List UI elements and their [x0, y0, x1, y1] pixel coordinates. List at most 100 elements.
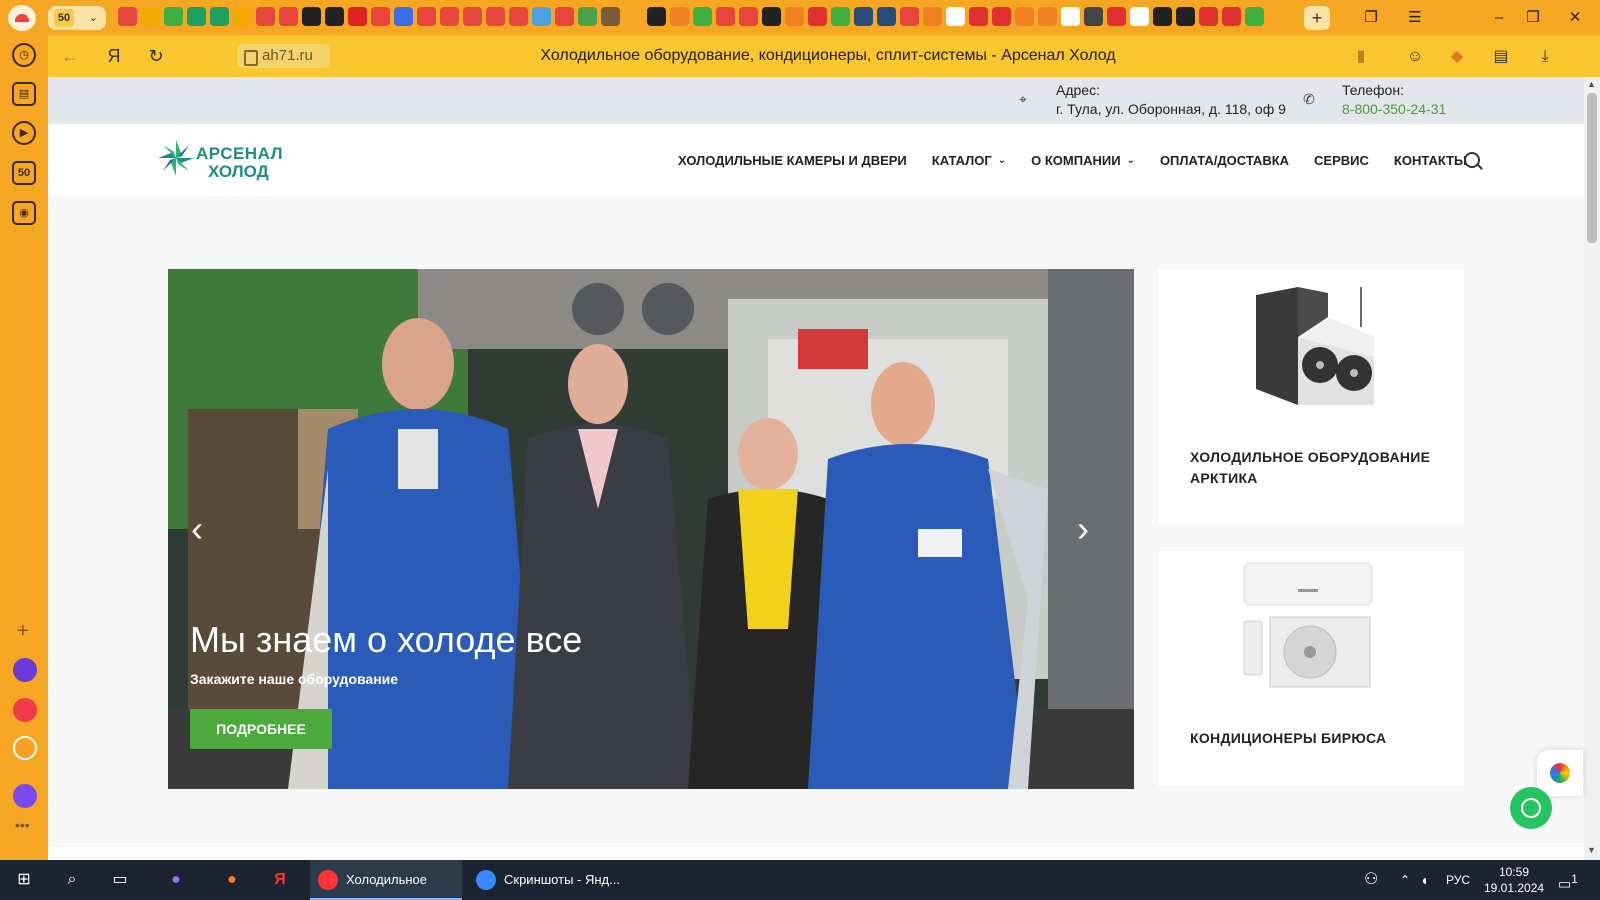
more-icon[interactable]: •••: [15, 817, 30, 833]
people-icon[interactable]: ⚇: [1364, 860, 1378, 900]
alice-icon[interactable]: ●: [164, 868, 188, 892]
menu-icon[interactable]: ☰: [1400, 4, 1430, 32]
category-card[interactable]: КОНДИЦИОНЕРЫ БИРЮСА: [1158, 551, 1464, 786]
music-icon[interactable]: [13, 698, 37, 722]
notifications-icon[interactable]: ▭1: [1558, 860, 1578, 900]
pinned-tab-favicon[interactable]: [532, 7, 551, 26]
scroll-up-icon[interactable]: ▲: [1587, 79, 1596, 89]
pinned-tab-favicon[interactable]: [739, 7, 758, 26]
pinned-tab-favicon[interactable]: [1038, 7, 1057, 26]
pinned-tab-favicon[interactable]: [1061, 7, 1080, 26]
pinned-tab-favicon[interactable]: [1199, 7, 1218, 26]
new-tab-button[interactable]: +: [1304, 6, 1330, 30]
volume-icon[interactable]: ◖: [1420, 860, 1428, 900]
menu-item-catalog[interactable]: КАТАЛОГ ⌄: [932, 153, 1006, 168]
collections-icon[interactable]: ▤: [12, 82, 36, 106]
pinned-tab-favicon[interactable]: [118, 7, 137, 26]
screenshot-icon[interactable]: ◉: [12, 201, 36, 225]
pinned-tab-favicon[interactable]: [463, 7, 482, 26]
pinned-tab-favicon[interactable]: [1130, 7, 1149, 26]
history-icon[interactable]: ◷: [12, 43, 36, 67]
pinned-tab-favicon[interactable]: [624, 7, 643, 26]
mail-icon[interactable]: [13, 736, 37, 760]
bookmarks-panel-icon[interactable]: ❐: [1356, 4, 1386, 32]
whatsapp-button[interactable]: [1510, 787, 1552, 829]
scroll-down-icon[interactable]: ▼: [1587, 845, 1596, 855]
pinned-tab-favicon[interactable]: [808, 7, 827, 26]
pinned-tab-favicon[interactable]: [164, 7, 183, 26]
back-button[interactable]: ←: [56, 43, 84, 69]
pinned-tab-favicon[interactable]: [233, 7, 252, 26]
chevron-down-icon[interactable]: ⌄: [89, 11, 98, 24]
pinned-tab-favicon[interactable]: [1245, 7, 1264, 26]
metamask-extension-icon[interactable]: ◆: [1444, 44, 1470, 70]
minimize-button[interactable]: –: [1484, 4, 1514, 32]
card-title[interactable]: КОНДИЦИОНЕРЫ БИРЮСА: [1190, 728, 1440, 749]
pinned-tab-favicon[interactable]: [348, 7, 367, 26]
pinned-tab-favicon[interactable]: [693, 7, 712, 26]
pinned-tab-favicon[interactable]: [647, 7, 666, 26]
site-logo[interactable]: АРСЕНАЛ ХОЛОД: [156, 136, 283, 186]
close-window-button[interactable]: ✕: [1560, 4, 1590, 32]
pinned-tab-favicon[interactable]: [762, 7, 781, 26]
page-title[interactable]: Холодильное оборудование, кондиционеры, …: [378, 35, 1278, 77]
collections-icon[interactable]: ▤: [1488, 44, 1514, 70]
pinned-tab-favicon[interactable]: [279, 7, 298, 26]
taskbar-app[interactable]: Холодильное обо...: [310, 860, 462, 900]
menu-item-about[interactable]: О КОМПАНИИ ⌄: [1031, 153, 1135, 168]
pinned-tab-favicon[interactable]: [417, 7, 436, 26]
clock[interactable]: 10:59 19.01.2024: [1484, 864, 1544, 896]
pinned-tab-favicon[interactable]: [210, 7, 229, 26]
card-title[interactable]: ХОЛОДИЛЬНОЕ ОБОРУДОВАНИЕ АРКТИКА: [1190, 447, 1440, 489]
pinned-tab-favicon[interactable]: [969, 7, 988, 26]
pinned-tab-favicon[interactable]: [1107, 7, 1126, 26]
pinned-tab-favicon[interactable]: [1015, 7, 1034, 26]
pinned-tab-favicon[interactable]: [946, 7, 965, 26]
add-panel-icon[interactable]: +: [17, 620, 29, 643]
url-field[interactable]: ah71.ru: [237, 44, 330, 68]
restore-button[interactable]: ❐: [1518, 4, 1548, 32]
pinned-tab-favicon[interactable]: [325, 7, 344, 26]
pinned-tab-favicon[interactable]: [486, 7, 505, 26]
pinned-tab-favicon[interactable]: [578, 7, 597, 26]
category-card[interactable]: ХОЛОДИЛЬНОЕ ОБОРУДОВАНИЕ АРКТИКА: [1158, 269, 1464, 524]
pinned-tab-favicon[interactable]: [716, 7, 735, 26]
menu-item-service[interactable]: СЕРВИС: [1314, 153, 1369, 168]
pinned-tab-favicon[interactable]: [394, 7, 413, 26]
scrollbar-thumb[interactable]: [1587, 93, 1597, 243]
pinned-tab-favicon[interactable]: [900, 7, 919, 26]
menu-item-payment[interactable]: ОПЛАТА/ДОСТАВКА: [1160, 153, 1289, 168]
pinned-tab-favicon[interactable]: [187, 7, 206, 26]
pinned-tab-favicon[interactable]: [371, 7, 390, 26]
profile-icon[interactable]: ☺: [1402, 44, 1428, 70]
pinned-tab-favicon[interactable]: [509, 7, 528, 26]
bookmark-icon[interactable]: ▮: [1348, 44, 1374, 70]
pinned-tab-favicon[interactable]: [1176, 7, 1195, 26]
play-icon[interactable]: ▶: [12, 121, 36, 145]
scrollbar[interactable]: ▲ ▼: [1584, 77, 1600, 860]
yandex-icon[interactable]: Я: [268, 868, 292, 892]
taskbar-app[interactable]: Скриншоты - Янд...: [468, 860, 624, 900]
pinned-tab-favicon[interactable]: [601, 7, 620, 26]
pinned-tab-favicon[interactable]: [141, 7, 160, 26]
pinned-tab-favicon[interactable]: [992, 7, 1011, 26]
menu-item-cold-rooms[interactable]: ХОЛОДИЛЬНЫЕ КАМЕРЫ И ДВЕРИ: [678, 153, 907, 168]
pinned-tab-favicon[interactable]: [1153, 7, 1172, 26]
chevron-up-icon[interactable]: ⌃: [1400, 860, 1410, 900]
yandex-home-icon[interactable]: Я: [100, 43, 128, 69]
pinned-tab-favicon[interactable]: [256, 7, 275, 26]
downloads-icon[interactable]: ⤓: [1532, 44, 1558, 70]
pinned-tab-favicon[interactable]: [1084, 7, 1103, 26]
reload-button[interactable]: ↻: [142, 43, 170, 69]
search-icon[interactable]: ⌕: [60, 868, 84, 892]
yandex-browser-logo-icon[interactable]: [8, 5, 36, 31]
pinned-tab-favicon[interactable]: [670, 7, 689, 26]
pinned-tab-favicon[interactable]: [785, 7, 804, 26]
games-icon[interactable]: [13, 658, 37, 682]
pinned-tab-favicon[interactable]: [831, 7, 850, 26]
pinned-tab-favicon[interactable]: [302, 7, 321, 26]
pinned-tab-favicon[interactable]: [555, 7, 574, 26]
pinned-tab-favicon[interactable]: [1222, 7, 1241, 26]
phone-value[interactable]: 8-800-350-24-31: [1342, 101, 1446, 117]
windows-start-icon[interactable]: ⊞: [12, 868, 36, 892]
